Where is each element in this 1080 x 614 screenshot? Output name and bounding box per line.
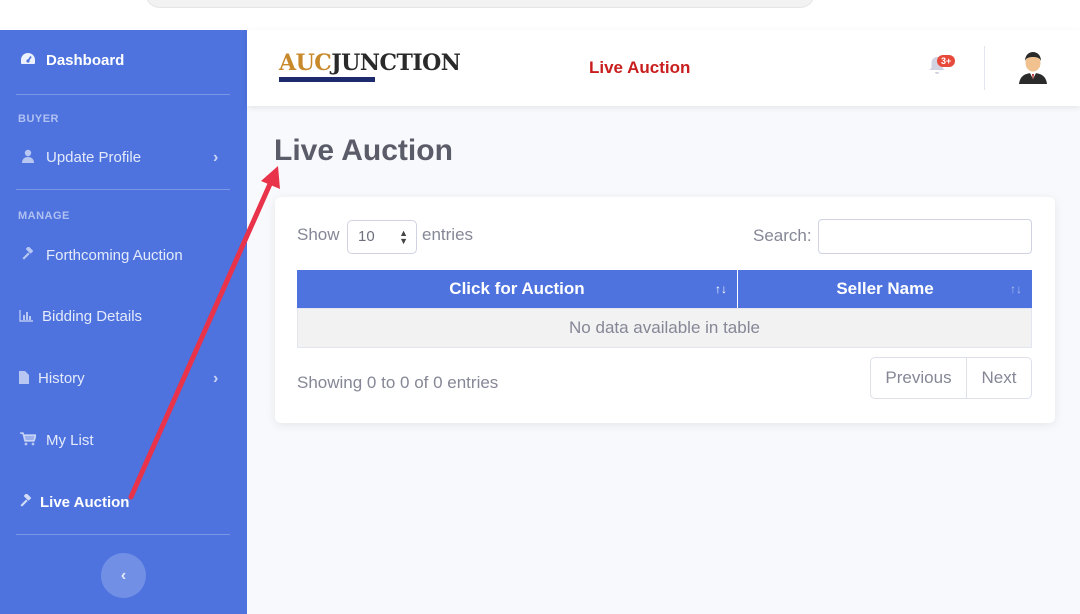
logo-text: AUCJUNCTION: [279, 50, 461, 76]
sidebar-item-bidding-details[interactable]: Bidding Details: [18, 308, 142, 325]
column-header-click-for-auction[interactable]: Click for Auction ↑↓: [297, 270, 737, 308]
sidebar-item-label: Forthcoming Auction: [46, 247, 183, 264]
sidebar-item-label: Live Auction: [40, 494, 130, 511]
sidebar-item-label: My List: [46, 432, 94, 449]
file-icon: [18, 370, 30, 387]
table-info: Showing 0 to 0 of 0 entries: [297, 373, 499, 392]
dashboard-icon: [18, 52, 38, 69]
page-title: Live Auction: [274, 134, 453, 167]
column-header-label: Seller Name: [836, 279, 934, 298]
gavel-icon: [18, 246, 38, 264]
user-icon: [18, 149, 38, 166]
page-size-value: 10: [358, 228, 375, 245]
sidebar-divider: [16, 189, 230, 190]
logo-underline: [279, 77, 375, 82]
browser-top-strip: [0, 0, 1080, 30]
avatar[interactable]: [1017, 50, 1049, 84]
cart-icon: [18, 432, 38, 449]
sort-icon: ↑↓: [1010, 282, 1022, 296]
page-size-select[interactable]: 10 ▲ ▼: [347, 220, 417, 254]
sidebar-toggle-button[interactable]: ‹: [101, 553, 146, 598]
sidebar-item-live-auction[interactable]: Live Auction: [18, 493, 130, 511]
search-label: Search:: [753, 226, 812, 245]
column-header-seller-name[interactable]: Seller Name ↑↓: [738, 270, 1032, 308]
search-input[interactable]: [818, 219, 1032, 254]
auction-table-card: Show 10 ▲ ▼ entries Search: Click for Auc…: [275, 197, 1055, 423]
topbar-divider: [984, 46, 985, 90]
column-header-label: Click for Auction: [449, 279, 585, 298]
entries-label: entries: [422, 225, 474, 244]
chevron-right-icon: ›: [213, 149, 219, 166]
sidebar: Dashboard BUYER Update Profile › MANAGE …: [0, 30, 247, 614]
table-empty-row: No data available in table: [297, 308, 1032, 348]
sidebar-item-dashboard[interactable]: Dashboard: [18, 52, 124, 69]
sidebar-item-history[interactable]: History: [18, 370, 85, 387]
next-button[interactable]: Next: [966, 357, 1032, 399]
browser-address-bar[interactable]: [145, 0, 815, 8]
sidebar-divider: [16, 534, 230, 535]
previous-button[interactable]: Previous: [870, 357, 967, 399]
notification-badge: 3+: [937, 55, 956, 67]
gavel-icon: [18, 493, 34, 511]
chevron-left-icon: ‹: [120, 566, 127, 584]
sidebar-divider: [16, 94, 230, 95]
sidebar-item-forthcoming-auction[interactable]: Forthcoming Auction: [18, 246, 183, 264]
chevron-right-icon: ›: [213, 370, 219, 387]
sidebar-item-label: Update Profile: [46, 149, 142, 166]
sidebar-item-label: Bidding Details: [42, 308, 143, 325]
topbar: AUCJUNCTION Live Auction 3+: [247, 30, 1080, 106]
select-caret-icon: ▲ ▼: [399, 228, 408, 246]
show-label: Show: [297, 225, 340, 244]
sort-icon: ↑↓: [715, 282, 727, 296]
bar-chart-icon: [18, 309, 34, 325]
sidebar-heading-buyer: BUYER: [18, 113, 60, 125]
brand-logo[interactable]: AUCJUNCTION: [279, 50, 461, 84]
sidebar-item-label: History: [38, 370, 85, 387]
sidebar-item-label: Dashboard: [46, 52, 125, 69]
topbar-title: Live Auction: [589, 58, 691, 77]
sidebar-item-my-list[interactable]: My List: [18, 432, 94, 449]
sidebar-item-update-profile[interactable]: Update Profile: [18, 149, 141, 166]
sidebar-heading-manage: MANAGE: [18, 210, 70, 222]
